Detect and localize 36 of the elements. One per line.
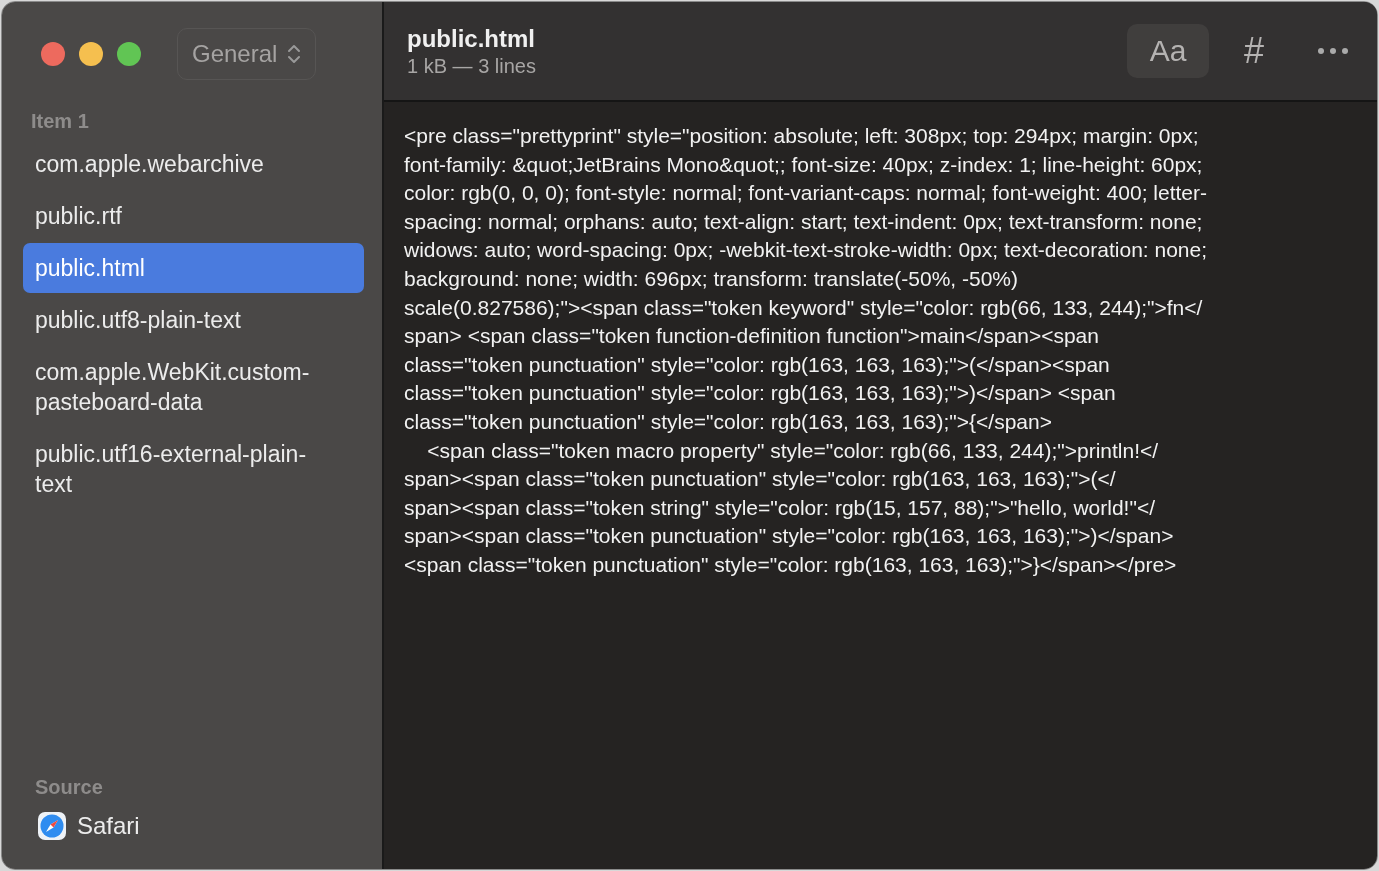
close-window-button[interactable] [41, 42, 65, 66]
code-line: span><span class="token punctuation" style="color: rgb(163, 163, 163);">(</ [404, 466, 1117, 493]
code-line: span><span class="token punctuation" style="color: rgb(163, 163, 163);">)</span> [404, 523, 1175, 550]
sidebar-item[interactable]: public.utf16-external-plain-text [23, 429, 364, 509]
sidebar-item[interactable]: public.html [23, 243, 364, 293]
code-line: class="token punctuation" style="color: rgb(163, 163, 163);">)</span> <span [404, 380, 1117, 407]
code-line: <pre class="prettyprint" style="position: absolute; left: 308px; top: 294px; margin: 0px; [404, 123, 1200, 149]
source-title: Source [34, 776, 104, 799]
file-info: 1 kB — 3 lines [407, 54, 537, 78]
sidebar-item[interactable]: public.rtf [23, 191, 364, 241]
code-line: <span class="token punctuation" style="color: rgb(163, 163, 163);">}</span></pre> [404, 551, 1178, 578]
code-line: class="token punctuation" style="color: rgb(163, 163, 163);">(</span><span [404, 351, 1111, 378]
code-line: span> <span class="token function-definition function">main</span><span [404, 323, 1100, 350]
file-title: public.html [407, 24, 536, 53]
zoom-window-button[interactable] [117, 42, 141, 66]
line-numbers-button[interactable]: # [1229, 24, 1279, 78]
code-line: span><span class="token string" style="color: rgb(15, 157, 88);">"hello, world!"</ [404, 494, 1156, 521]
sidebar-item[interactable]: public.utf8-plain-text [23, 295, 364, 345]
code-line: scale(0.827586);"><span class="token keyword" style="color: rgb(66, 133, 244);">fn</ [404, 294, 1204, 321]
code-line: color: rgb(0, 0, 0); font-style: normal; font-variant-caps: normal; font-weight: 400; letter- [404, 180, 1208, 207]
code-line: widows: auto; word-spacing: 0px; -webkit-text-stroke-width: 0px; text-decoration: none; [404, 237, 1209, 264]
source-app-name: Safari [77, 812, 140, 840]
code-line: class="token punctuation" style="color: rgb(163, 163, 163);">{</span> [404, 408, 1053, 435]
minimize-window-button[interactable] [79, 42, 103, 66]
code-line: <span class="token macro property" style="color: rgb(66, 133, 244);">println!</ [426, 437, 1160, 464]
chevron-updown-icon [287, 42, 302, 66]
more-icon[interactable] [1317, 47, 1349, 55]
code-line: spacing: normal; orphans: auto; text-align: start; text-indent: 0px; text-transform: none; [404, 208, 1204, 235]
sidebar-item[interactable]: com.apple.webarchive [23, 139, 364, 189]
font-button[interactable]: Aa [1127, 24, 1209, 78]
view-selector[interactable]: General [177, 28, 317, 80]
code-line: background: none; width: 696px; transform: translate(-50%, -50%) [404, 265, 1019, 292]
section-title: Item 1 [30, 110, 90, 133]
compass-icon [37, 811, 67, 841]
sidebar-item[interactable]: com.apple.WebKit.custom-pasteboard-data [23, 347, 364, 427]
code-line: font-family: &quot;JetBrains Mono&quot;; font-size: 40px; z-index: 1; line-height: 60px; [404, 151, 1204, 178]
